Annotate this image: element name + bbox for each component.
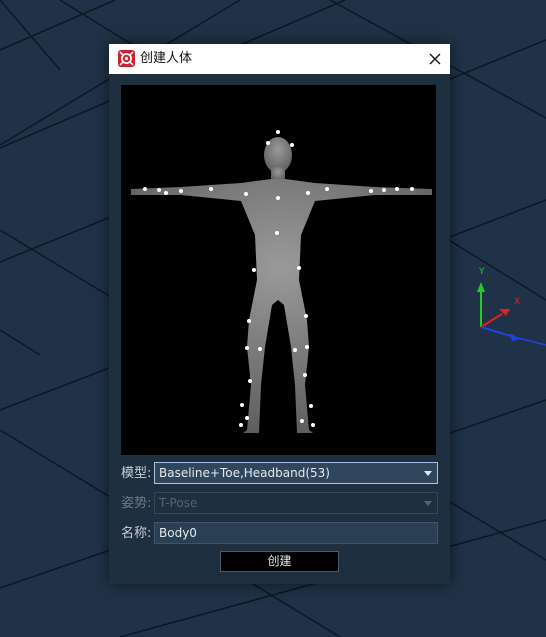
axis-y-label: Y: [478, 267, 485, 277]
dialog-title: 创建人体: [140, 51, 193, 66]
app-logo-icon: [118, 50, 135, 67]
dialog-titlebar[interactable]: 创建人体: [109, 44, 450, 74]
chevron-down-icon: [424, 471, 432, 476]
name-row: 名称: Body0: [121, 522, 439, 546]
model-row: 模型: Baseline+Toe,Headband(53): [121, 462, 439, 486]
pose-select-value: T-Pose: [159, 496, 198, 510]
name-label: 名称:: [121, 526, 152, 541]
human-body-model: [131, 137, 432, 433]
chevron-down-icon: [424, 501, 432, 506]
pose-select: T-Pose: [154, 492, 438, 514]
close-button[interactable]: [420, 44, 450, 74]
name-input-value: Body0: [159, 526, 197, 540]
create-body-dialog: 创建人体 模型: Baseline+Toe,Headband(53) 姿势: T…: [109, 44, 450, 584]
pose-row: 姿势: T-Pose: [121, 492, 439, 516]
axis-x-label: X: [514, 297, 520, 307]
create-button[interactable]: 创建: [220, 551, 339, 572]
model-select[interactable]: Baseline+Toe,Headband(53): [154, 462, 438, 484]
pose-label: 姿势:: [121, 496, 152, 511]
name-input[interactable]: Body0: [154, 522, 438, 544]
model-label: 模型:: [121, 466, 152, 481]
body-preview: [121, 85, 436, 455]
model-select-value: Baseline+Toe,Headband(53): [159, 466, 330, 480]
close-icon: [429, 53, 441, 65]
